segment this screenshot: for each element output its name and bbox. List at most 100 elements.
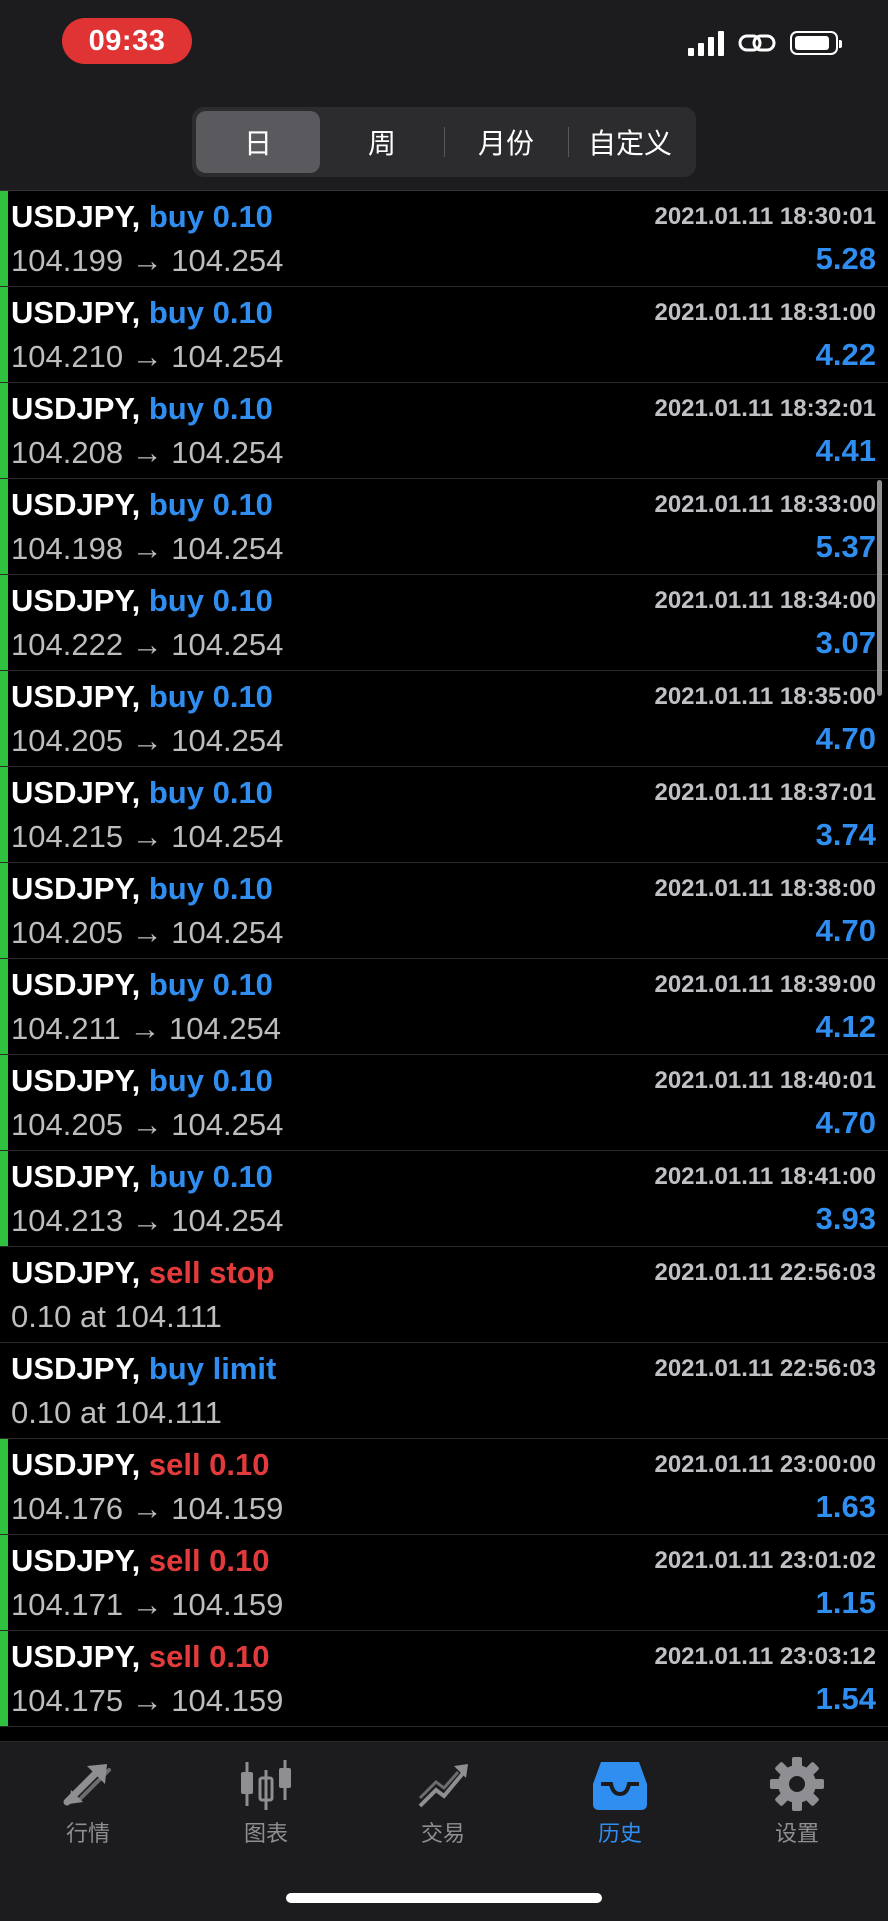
- row-symbol: USDJPY,: [11, 1063, 141, 1098]
- row-time: 2021.01.11 18:40:01: [654, 1067, 876, 1094]
- row-action: buy 0.10: [148, 295, 273, 330]
- history-row[interactable]: USDJPY, buy 0.10 104.210 → 104.254 2021.01…: [0, 287, 888, 383]
- history-row[interactable]: USDJPY, buy 0.10 104.205 → 104.254 2021.01…: [0, 863, 888, 959]
- row-profit: 1.15: [815, 1585, 876, 1620]
- history-inbox-icon: [560, 1756, 680, 1812]
- position-indicator-bar: [0, 1439, 8, 1534]
- row-symbol: USDJPY,: [11, 487, 141, 522]
- row-time: 2021.01.11 18:30:01: [654, 203, 876, 230]
- row-symbol: USDJPY,: [11, 1543, 141, 1578]
- history-row[interactable]: USDJPY, sell 0.10 104.171 → 104.159 2021.0…: [0, 1535, 888, 1631]
- row-title: USDJPY, buy 0.10: [11, 1063, 273, 1099]
- segment-2[interactable]: 月份: [444, 111, 568, 173]
- row-symbol: USDJPY,: [11, 871, 141, 906]
- history-row[interactable]: USDJPY, sell stop 0.10 at 104.111 2021.01.…: [0, 1247, 888, 1343]
- row-title: USDJPY, sell 0.10: [11, 1543, 270, 1579]
- row-time: 2021.01.11 23:00:00: [654, 1451, 876, 1478]
- row-action: buy limit: [148, 1351, 277, 1386]
- row-action: buy 0.10: [148, 967, 273, 1002]
- history-row[interactable]: USDJPY, buy 0.10 104.205 → 104.254 2021.01…: [0, 671, 888, 767]
- row-detail: 104.205 → 104.254: [11, 723, 284, 758]
- history-row[interactable]: USDJPY, buy 0.10 104.205 → 104.254 2021.01…: [0, 1055, 888, 1151]
- signal-icon: [688, 30, 724, 56]
- position-indicator-bar: [0, 1631, 8, 1726]
- scroll-indicator[interactable]: [877, 480, 882, 696]
- row-detail: 104.208 → 104.254: [11, 435, 284, 470]
- history-list[interactable]: USDJPY, buy 0.10 104.199 → 104.254 2021.01…: [0, 191, 888, 1740]
- row-time: 2021.01.11 22:56:03: [654, 1355, 876, 1382]
- row-title: USDJPY, buy 0.10: [11, 295, 273, 331]
- row-detail: 104.205 → 104.254: [11, 915, 284, 950]
- quotes-arrows-icon: [28, 1756, 148, 1812]
- row-profit: 4.12: [815, 1009, 876, 1044]
- segment-3[interactable]: 自定义: [568, 111, 692, 173]
- row-title: USDJPY, sell 0.10: [11, 1447, 270, 1483]
- segment-1[interactable]: 周: [320, 111, 444, 173]
- row-time: 2021.01.11 18:32:01: [654, 395, 876, 422]
- position-indicator-bar: [0, 191, 8, 286]
- row-time: 2021.01.11 18:34:00: [654, 587, 876, 614]
- row-action: buy 0.10: [148, 775, 273, 810]
- row-symbol: USDJPY,: [11, 1351, 141, 1386]
- row-detail: 104.171 → 104.159: [11, 1587, 284, 1622]
- row-profit: 1.63: [815, 1489, 876, 1524]
- row-profit: 1.54: [815, 1681, 876, 1716]
- row-detail: 104.205 → 104.254: [11, 1107, 284, 1142]
- row-symbol: USDJPY,: [11, 1639, 141, 1674]
- row-title: USDJPY, sell stop: [11, 1255, 275, 1291]
- history-row[interactable]: USDJPY, sell 0.10 104.175 → 104.159 2021.0…: [0, 1631, 888, 1727]
- period-header: 日周月份 自定义: [0, 90, 888, 191]
- history-row[interactable]: USDJPY, buy 0.10 104.211 → 104.254 2021.01…: [0, 959, 888, 1055]
- tab-2[interactable]: 交易: [383, 1756, 503, 1848]
- row-action: buy 0.10: [148, 679, 273, 714]
- row-time: 2021.01.11 18:37:01: [654, 779, 876, 806]
- tab-1[interactable]: 图表: [206, 1756, 326, 1848]
- home-indicator[interactable]: [286, 1893, 602, 1903]
- row-profit: 3.07: [815, 625, 876, 660]
- row-symbol: USDJPY,: [11, 1255, 141, 1290]
- segment-0[interactable]: 日: [196, 111, 320, 173]
- row-title: USDJPY, buy 0.10: [11, 679, 273, 715]
- row-title: USDJPY, buy 0.10: [11, 199, 273, 235]
- history-row[interactable]: USDJPY, buy 0.10 104.199 → 104.254 2021.01…: [0, 191, 888, 287]
- history-row[interactable]: USDJPY, buy limit 0.10 at 104.111 2021.01.…: [0, 1343, 888, 1439]
- status-bar: 09:33: [0, 0, 888, 90]
- tab-label: 交易: [420, 1822, 465, 1847]
- history-row[interactable]: USDJPY, buy 0.10 104.222 → 104.254 2021.01…: [0, 575, 888, 671]
- position-indicator-bar: [0, 1151, 8, 1246]
- row-time: 2021.01.11 22:56:03: [654, 1259, 876, 1286]
- row-symbol: USDJPY,: [11, 967, 141, 1002]
- status-time: 09:33: [62, 18, 192, 64]
- tab-4[interactable]: 设置: [737, 1756, 857, 1848]
- row-time: 2021.01.11 23:03:12: [654, 1643, 876, 1670]
- history-row[interactable]: USDJPY, buy 0.10 104.213 → 104.254 2021.01…: [0, 1151, 888, 1247]
- row-symbol: USDJPY,: [11, 295, 141, 330]
- history-row[interactable]: USDJPY, buy 0.10 104.198 → 104.254 2021.01…: [0, 479, 888, 575]
- row-profit: 5.37: [815, 529, 876, 564]
- tab-3[interactable]: 历史: [560, 1756, 680, 1848]
- row-action: buy 0.10: [148, 1063, 273, 1098]
- tab-label: 图表: [243, 1822, 288, 1847]
- row-action: buy 0.10: [148, 871, 273, 906]
- row-detail: 104.211 → 104.254: [11, 1011, 282, 1046]
- tab-label: 行情: [65, 1822, 110, 1847]
- row-profit: 3.74: [815, 817, 876, 852]
- row-detail: 104.213 → 104.254: [11, 1203, 284, 1238]
- battery-icon: [790, 31, 842, 55]
- row-action: buy 0.10: [148, 199, 273, 234]
- settings-gear-icon: [737, 1756, 857, 1812]
- row-title: USDJPY, buy 0.10: [11, 583, 273, 619]
- row-title: USDJPY, buy 0.10: [11, 391, 273, 427]
- position-indicator-bar: [0, 863, 8, 958]
- position-indicator-bar: [0, 671, 8, 766]
- tab-0[interactable]: 行情: [28, 1756, 148, 1848]
- row-profit: 4.70: [815, 913, 876, 948]
- row-profit: 4.41: [815, 433, 876, 468]
- row-action: sell 0.10: [148, 1447, 270, 1482]
- history-row[interactable]: USDJPY, sell 0.10 104.176 → 104.159 2021.0…: [0, 1439, 888, 1535]
- row-profit: 4.70: [815, 721, 876, 756]
- position-indicator-bar: [0, 767, 8, 862]
- history-row[interactable]: USDJPY, buy 0.10 104.215 → 104.254 2021.01…: [0, 767, 888, 863]
- row-symbol: USDJPY,: [11, 199, 141, 234]
- history-row[interactable]: USDJPY, buy 0.10 104.208 → 104.254 2021.01…: [0, 383, 888, 479]
